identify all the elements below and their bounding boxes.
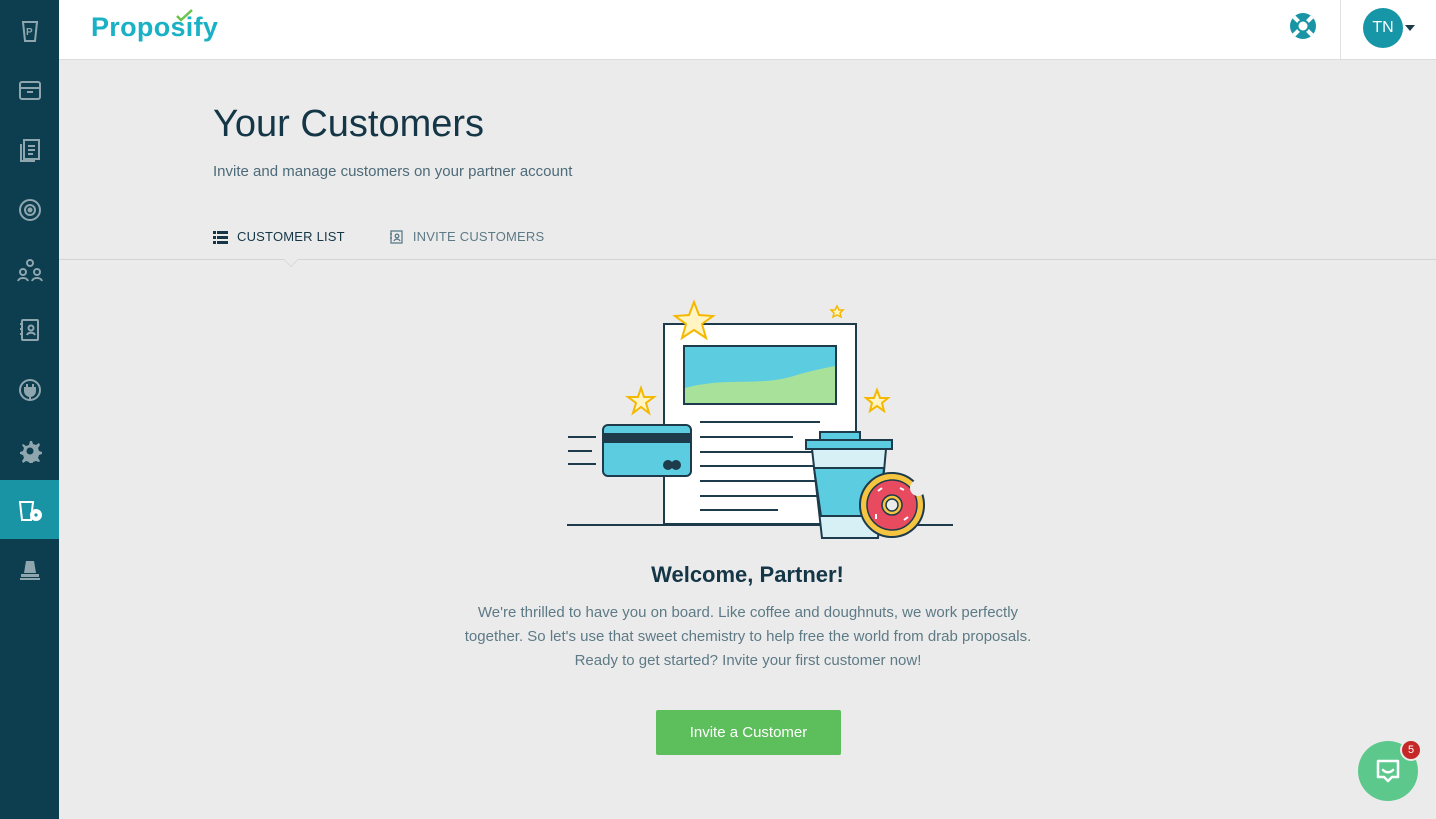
tab-invite-customers[interactable]: INVITE CUSTOMERS [389, 229, 545, 244]
chat-unread-badge: 5 [1400, 739, 1422, 761]
target-icon [18, 198, 41, 221]
sidebar-item-home[interactable]: P [0, 0, 59, 59]
sidebar-item-goals[interactable] [0, 180, 59, 239]
top-header: Proposify TN [59, 0, 1436, 60]
tab-divider [59, 259, 1436, 260]
team-icon [16, 258, 43, 281]
sidebar-item-partner-customers[interactable] [0, 480, 59, 539]
tab-bar: CUSTOMER LIST INVITE CUSTOMERS [213, 229, 544, 244]
tab-customer-list[interactable]: CUSTOMER LIST [213, 229, 345, 244]
sidebar-item-settings[interactable] [0, 420, 59, 479]
sidebar-item-integrations[interactable] [0, 360, 59, 419]
svg-text:P: P [26, 27, 33, 38]
contact-card-icon [389, 229, 403, 244]
chevron-down-icon[interactable] [1405, 25, 1415, 31]
active-tab-pointer-fill [284, 259, 298, 266]
sidebar-item-lamp[interactable] [0, 540, 59, 599]
archive-box-icon [18, 80, 41, 100]
proposify-logo[interactable]: Proposify [91, 9, 219, 43]
contacts-book-icon [19, 318, 39, 341]
page-subtitle: Invite and manage customers on your part… [213, 163, 573, 180]
welcome-line-2: together. So let's use that sweet chemis… [464, 628, 1032, 645]
partner-customers-icon [18, 500, 42, 521]
invite-customer-button[interactable]: Invite a Customer [656, 710, 841, 755]
list-icon [213, 230, 228, 244]
sidebar-item-archive[interactable] [0, 60, 59, 119]
documents-icon [19, 138, 40, 162]
gear-icon [19, 440, 42, 463]
header-divider [1340, 0, 1341, 59]
welcome-line-3: Ready to get started? Invite your first … [574, 652, 922, 669]
proposify-cup-icon: P [21, 20, 38, 42]
welcome-message: We're thrilled to have you on board. Lik… [448, 601, 1048, 673]
page-title: Your Customers [213, 103, 485, 145]
sidebar-item-team[interactable] [0, 240, 59, 299]
user-avatar[interactable]: TN [1363, 8, 1403, 48]
tab-customer-list-label: CUSTOMER LIST [237, 229, 345, 244]
sidebar: P [0, 0, 59, 819]
sidebar-item-contacts[interactable] [0, 300, 59, 359]
tab-invite-customers-label: INVITE CUSTOMERS [412, 229, 545, 244]
logo-text: Proposify [91, 12, 219, 42]
help-lifebuoy-icon[interactable] [1288, 11, 1318, 41]
welcome-line-1: We're thrilled to have you on board. Lik… [477, 604, 1019, 621]
plug-icon [18, 378, 41, 401]
logo-check-icon [176, 9, 193, 22]
sidebar-item-documents[interactable] [0, 120, 59, 179]
chat-bubble-icon [1376, 759, 1400, 783]
welcome-title: Welcome, Partner! [651, 562, 844, 587]
avatar-initials: TN [1372, 19, 1394, 36]
welcome-illustration [567, 299, 953, 539]
lamp-icon [19, 560, 40, 580]
